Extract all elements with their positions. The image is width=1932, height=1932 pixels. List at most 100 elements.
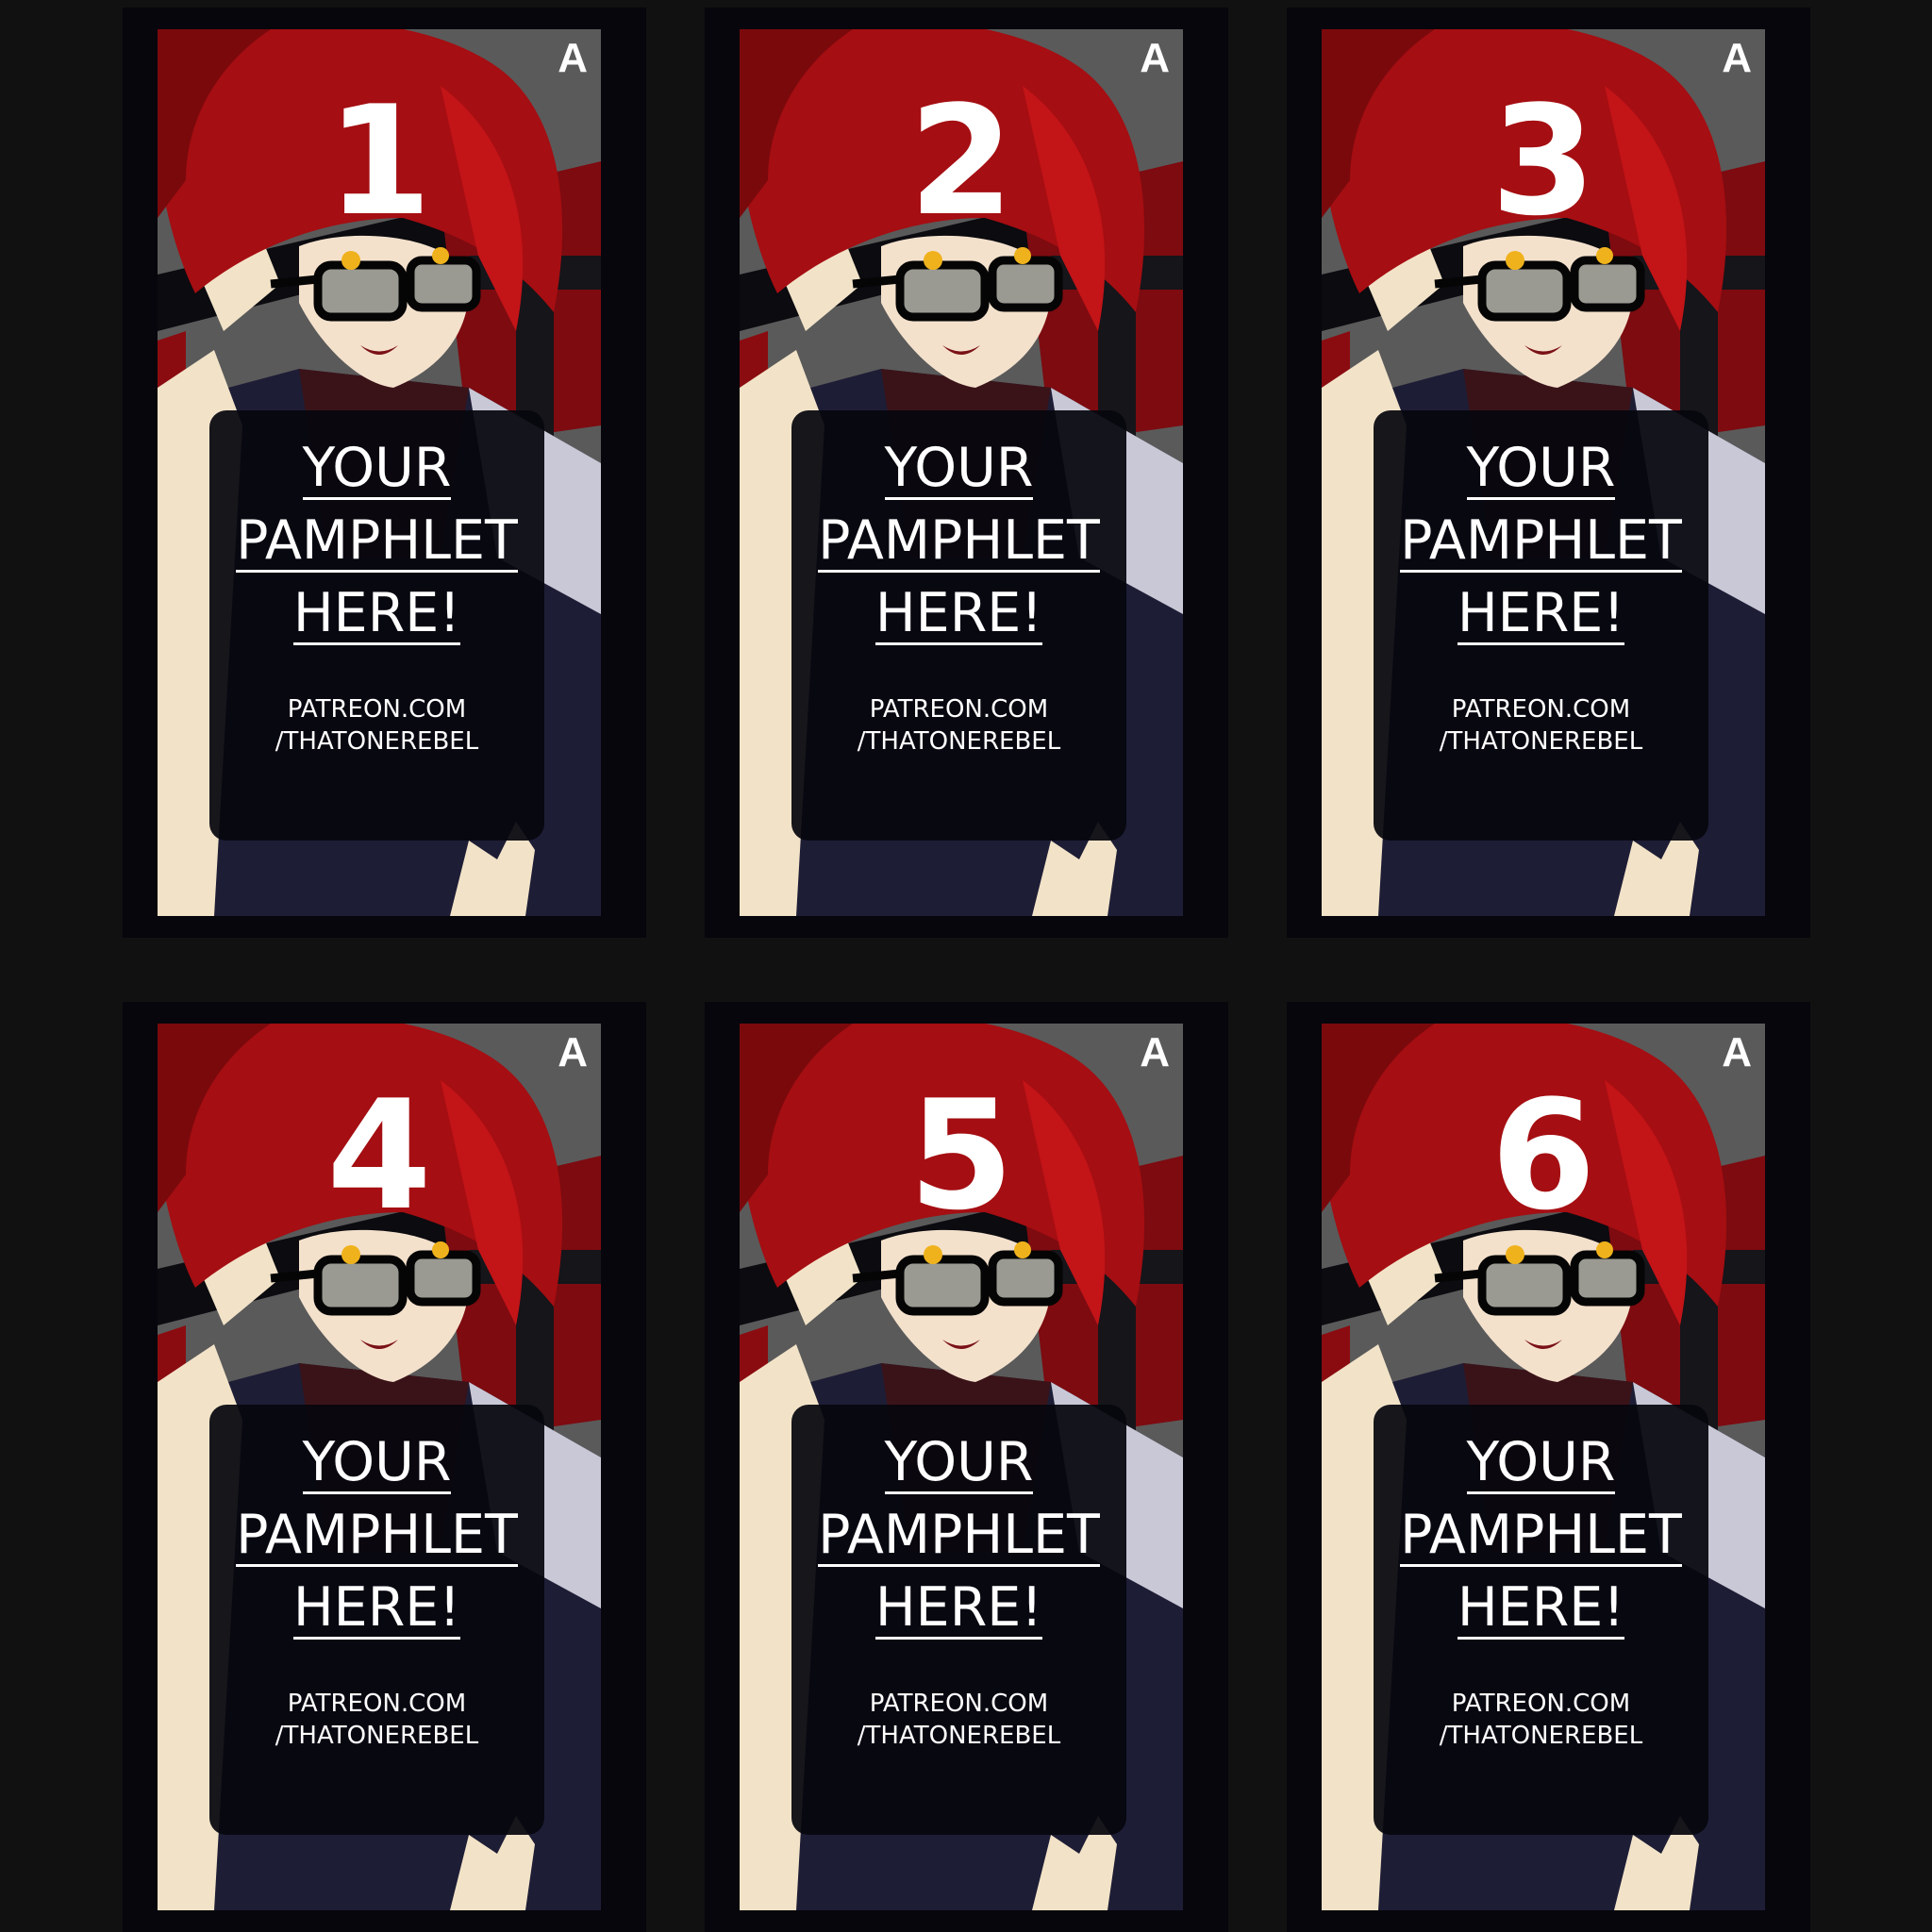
url-line-1: PATREON.COM (287, 1690, 467, 1718)
patreon-url: PATREON.COM /THATONEREBEL (209, 693, 544, 758)
illustration-shape (988, 256, 1063, 312)
headline-line-2: PAMPHLET (236, 509, 518, 573)
headline-line-2: PAMPHLET (818, 509, 1100, 573)
headline-line-3: HERE! (292, 582, 461, 645)
url-line-2: /THATONEREBEL (857, 727, 1061, 756)
headline-line-3: HERE! (1457, 1576, 1625, 1640)
pamphlet-card-4[interactable]: A 4 YOUR PAMPHLET HERE! PATREON.COM /THA… (123, 1002, 646, 1932)
illustration-shape (1477, 1255, 1572, 1316)
patreon-url: PATREON.COM /THATONEREBEL (791, 693, 1126, 758)
illustration-shape (852, 1269, 901, 1283)
illustration-shape (895, 260, 990, 322)
illustration-shape (1596, 247, 1613, 264)
headline-line-2: PAMPHLET (236, 1504, 518, 1567)
text-panel: YOUR PAMPHLET HERE! PATREON.COM /THATONE… (791, 1405, 1126, 1835)
card-artwork: A 6 YOUR PAMPHLET HERE! PATREON.COM /THA… (1322, 1024, 1765, 1910)
headline: YOUR PAMPHLET HERE! (791, 435, 1126, 653)
illustration-shape (1434, 275, 1483, 289)
headline-line-1: YOUR (884, 437, 1034, 500)
pamphlet-card-5[interactable]: A 5 YOUR PAMPHLET HERE! PATREON.COM /THA… (705, 1002, 1228, 1932)
url-line-2: /THATONEREBEL (275, 1722, 479, 1750)
headline-line-3: HERE! (874, 1576, 1043, 1640)
illustration-shape (924, 251, 942, 270)
text-panel: YOUR PAMPHLET HERE! PATREON.COM /THATONE… (1374, 1405, 1708, 1835)
headline-line-3: HERE! (1457, 582, 1625, 645)
url-line-1: PATREON.COM (287, 695, 467, 724)
card-number: 3 (1491, 73, 1596, 249)
headline-line-3: HERE! (292, 1576, 461, 1640)
illustration-shape (432, 1241, 449, 1258)
illustration-shape (1596, 1241, 1613, 1258)
patreon-url: PATREON.COM /THATONEREBEL (1374, 1688, 1708, 1752)
card-number: 4 (326, 1067, 432, 1243)
pamphlet-card-1[interactable]: A 1 YOUR PAMPHLET HERE! PATREON.COM /THA… (123, 8, 646, 938)
patreon-url: PATREON.COM /THATONEREBEL (209, 1688, 544, 1752)
illustration-shape (1434, 1269, 1483, 1283)
card-artwork: A 4 YOUR PAMPHLET HERE! PATREON.COM /THA… (158, 1024, 601, 1910)
patreon-url: PATREON.COM /THATONEREBEL (1374, 693, 1708, 758)
headline-line-1: YOUR (1466, 437, 1616, 500)
headline-line-2: PAMPHLET (1400, 509, 1682, 573)
illustration-shape (1570, 1250, 1645, 1307)
illustration-shape (1014, 1241, 1031, 1258)
illustration-shape (1506, 1245, 1524, 1264)
illustration-shape (1014, 247, 1031, 264)
illustration-shape (1570, 256, 1645, 312)
url-line-2: /THATONEREBEL (1439, 727, 1643, 756)
text-panel: YOUR PAMPHLET HERE! PATREON.COM /THATONE… (791, 410, 1126, 841)
patreon-url: PATREON.COM /THATONEREBEL (791, 1688, 1126, 1752)
url-line-2: /THATONEREBEL (1439, 1722, 1643, 1750)
headline: YOUR PAMPHLET HERE! (791, 1429, 1126, 1647)
headline-line-1: YOUR (884, 1431, 1034, 1494)
headline-line-2: PAMPHLET (1400, 1504, 1682, 1567)
illustration-shape (924, 1245, 942, 1264)
headline-line-2: PAMPHLET (818, 1504, 1100, 1567)
card-artwork: A 2 YOUR PAMPHLET HERE! PATREON.COM /THA… (740, 29, 1183, 916)
headline: YOUR PAMPHLET HERE! (1374, 1429, 1708, 1647)
illustration-shape (406, 256, 481, 312)
corner-letter: A (558, 35, 588, 81)
illustration-shape (1506, 251, 1524, 270)
url-line-2: /THATONEREBEL (857, 1722, 1061, 1750)
card-artwork: A 3 YOUR PAMPHLET HERE! PATREON.COM /THA… (1322, 29, 1765, 916)
illustration-shape (895, 1255, 990, 1316)
text-panel: YOUR PAMPHLET HERE! PATREON.COM /THATONE… (209, 1405, 544, 1835)
corner-letter: A (1140, 1029, 1170, 1075)
card-number: 5 (908, 1067, 1014, 1243)
illustration-shape (313, 260, 408, 322)
headline-line-1: YOUR (302, 437, 452, 500)
illustration-shape (270, 1269, 319, 1283)
illustration-shape (341, 251, 360, 270)
illustration-shape (988, 1250, 1063, 1307)
headline-line-1: YOUR (1466, 1431, 1616, 1494)
pamphlet-card-3[interactable]: A 3 YOUR PAMPHLET HERE! PATREON.COM /THA… (1287, 8, 1810, 938)
url-line-1: PATREON.COM (869, 695, 1049, 724)
pamphlet-card-6[interactable]: A 6 YOUR PAMPHLET HERE! PATREON.COM /THA… (1287, 1002, 1810, 1932)
illustration-shape (1477, 260, 1572, 322)
card-number: 2 (908, 73, 1014, 249)
illustration-shape (852, 275, 901, 289)
headline: YOUR PAMPHLET HERE! (209, 1429, 544, 1647)
headline: YOUR PAMPHLET HERE! (209, 435, 544, 653)
corner-letter: A (1140, 35, 1170, 81)
corner-letter: A (1722, 35, 1752, 81)
headline-line-1: YOUR (302, 1431, 452, 1494)
card-artwork: A 5 YOUR PAMPHLET HERE! PATREON.COM /THA… (740, 1024, 1183, 1910)
illustration-shape (406, 1250, 481, 1307)
card-number: 6 (1491, 1067, 1596, 1243)
text-panel: YOUR PAMPHLET HERE! PATREON.COM /THATONE… (209, 410, 544, 841)
url-line-1: PATREON.COM (1451, 695, 1631, 724)
url-line-1: PATREON.COM (869, 1690, 1049, 1718)
text-panel: YOUR PAMPHLET HERE! PATREON.COM /THATONE… (1374, 410, 1708, 841)
corner-letter: A (558, 1029, 588, 1075)
url-line-2: /THATONEREBEL (275, 727, 479, 756)
headline: YOUR PAMPHLET HERE! (1374, 435, 1708, 653)
corner-letter: A (1722, 1029, 1752, 1075)
headline-line-3: HERE! (874, 582, 1043, 645)
pamphlet-card-2[interactable]: A 2 YOUR PAMPHLET HERE! PATREON.COM /THA… (705, 8, 1228, 938)
illustration-shape (313, 1255, 408, 1316)
illustration-shape (270, 275, 319, 289)
illustration-shape (432, 247, 449, 264)
card-artwork: A 1 YOUR PAMPHLET HERE! PATREON.COM /THA… (158, 29, 601, 916)
url-line-1: PATREON.COM (1451, 1690, 1631, 1718)
